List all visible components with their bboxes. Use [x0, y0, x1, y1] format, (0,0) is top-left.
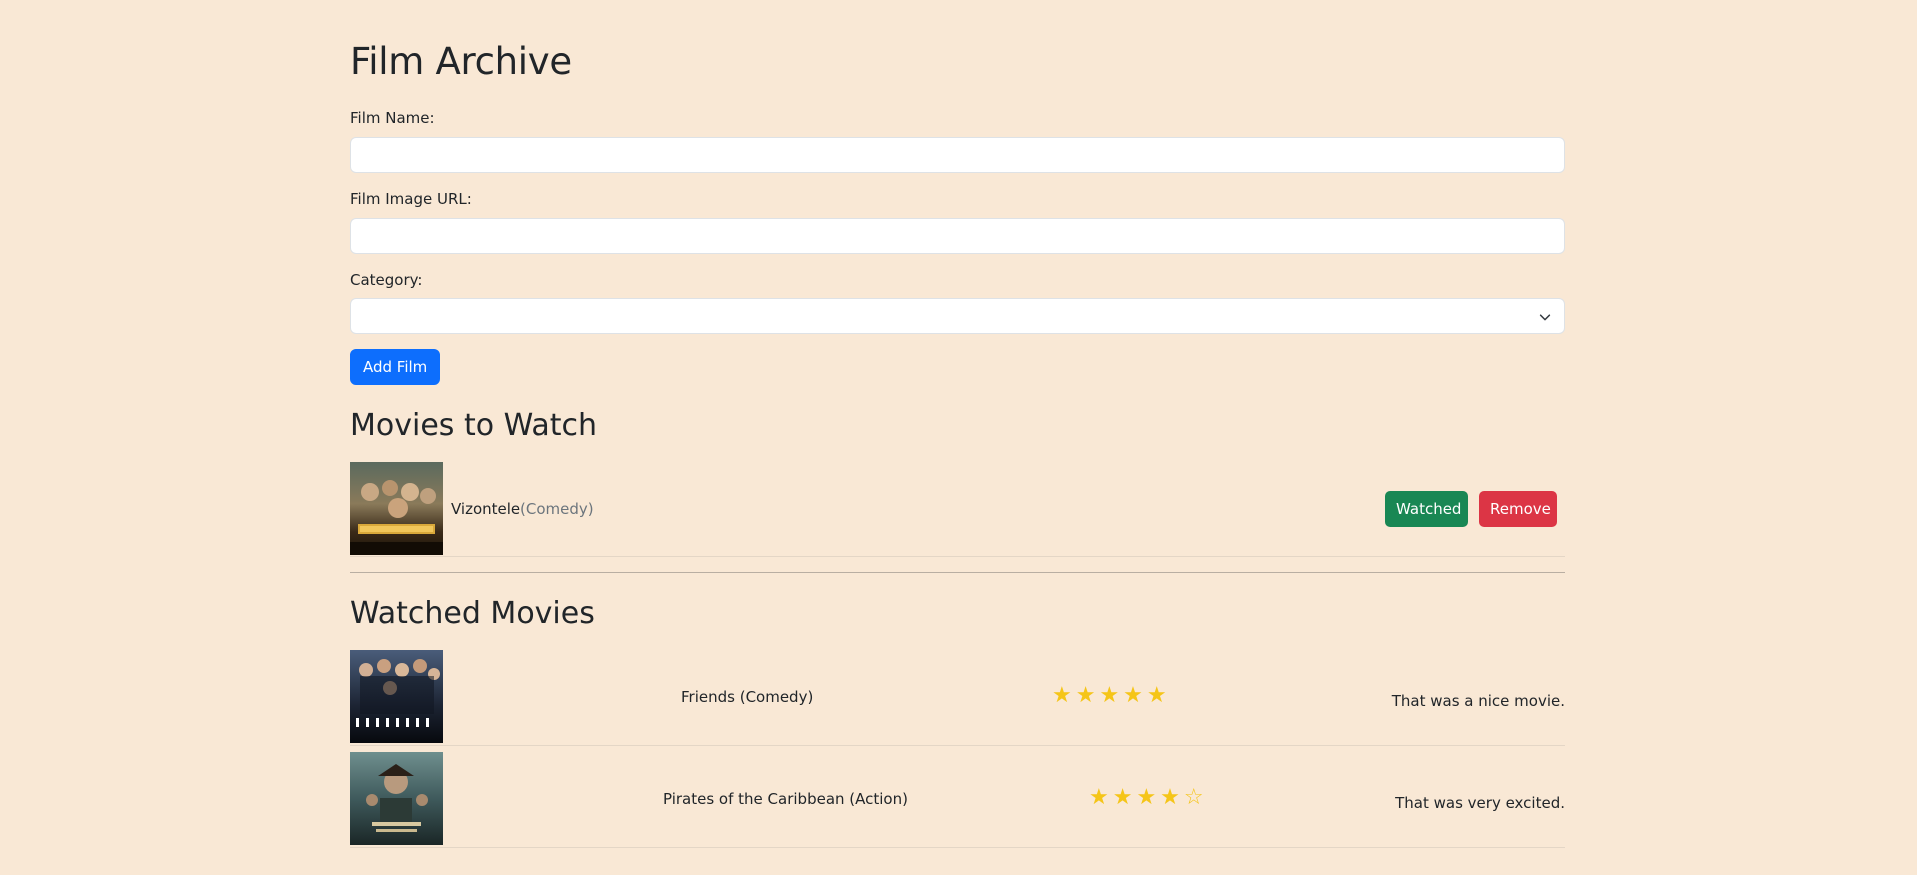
pirates-poster-image	[350, 752, 443, 845]
film-name-input[interactable]	[350, 137, 1565, 173]
table-row: Pirates of the Caribbean (Action) ★★★★☆ …	[350, 752, 1565, 848]
film-review: That was very excited.	[1395, 794, 1565, 812]
watched-film-title: Friends (Comedy)	[681, 688, 814, 706]
chevron-down-icon	[1539, 314, 1551, 321]
remove-button[interactable]: Remove	[1479, 491, 1557, 527]
page-title: Film Archive	[350, 40, 572, 83]
film-category: (Comedy)	[520, 500, 594, 518]
film-image-url-label: Film Image URL:	[350, 190, 472, 208]
film-name-label: Film Name:	[350, 109, 435, 127]
star-rating: ★★★★★	[1052, 683, 1171, 708]
add-film-button[interactable]: Add Film	[350, 349, 441, 385]
watched-button[interactable]: Watched	[1385, 491, 1468, 527]
watched-movies-title: Watched Movies	[350, 596, 595, 631]
movies-to-watch-title: Movies to Watch	[350, 408, 598, 443]
star-rating: ★★★★☆	[1089, 785, 1208, 810]
category-label: Category:	[350, 271, 423, 289]
friends-poster-image	[350, 650, 443, 743]
watched-film-title: Pirates of the Caribbean (Action)	[663, 790, 908, 808]
film-review: That was a nice movie.	[1391, 692, 1565, 710]
table-row: Friends (Comedy) ★★★★★ That was a nice m…	[350, 650, 1565, 746]
list-item: Vizontele (Comedy) Watched Remove	[350, 462, 1565, 557]
section-divider	[350, 572, 1565, 573]
vizontele-poster-image	[350, 462, 443, 555]
film-name: Vizontele	[451, 500, 521, 518]
film-image-url-input[interactable]	[350, 218, 1565, 254]
category-select[interactable]	[350, 298, 1565, 334]
